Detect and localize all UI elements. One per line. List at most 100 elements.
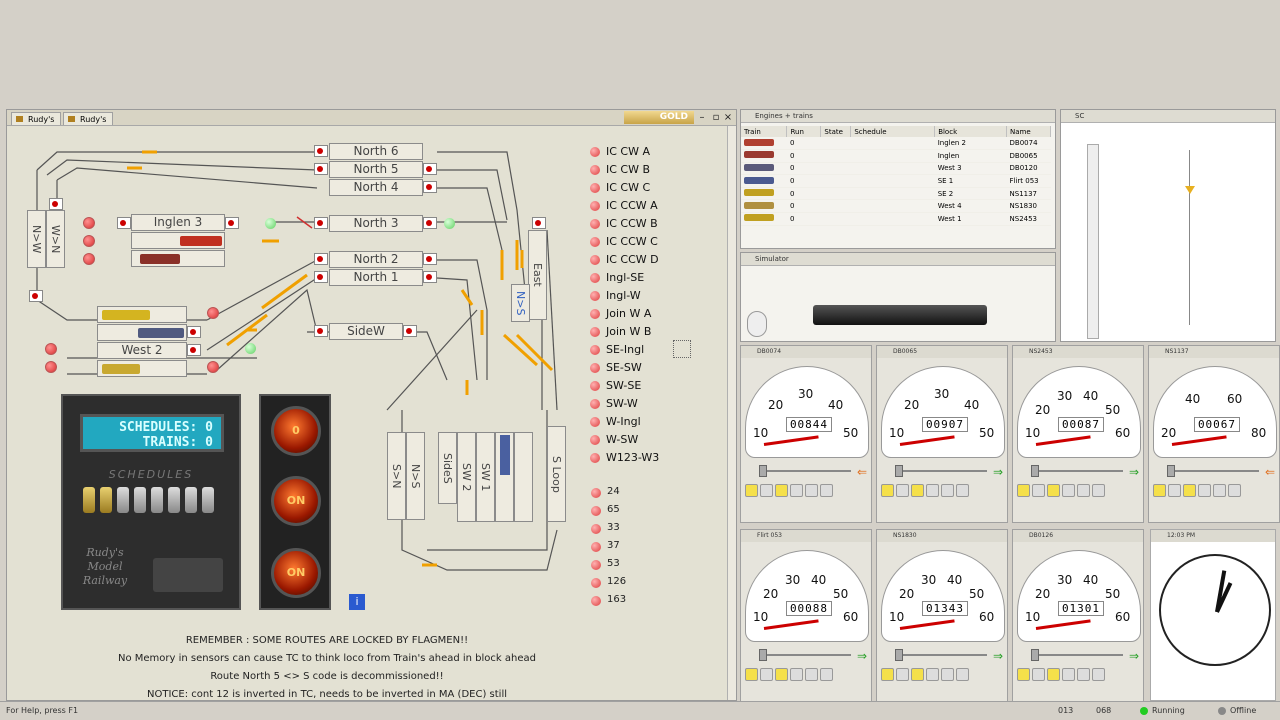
- table-row[interactable]: 0 Inglen 2 DB0074: [741, 137, 1051, 151]
- horn-icon[interactable]: [911, 668, 924, 681]
- function-button[interactable]: [1092, 484, 1105, 497]
- table-row[interactable]: 0 SE 1 Flirt 053: [741, 174, 1051, 188]
- sensor-number[interactable]: 24: [591, 486, 620, 498]
- lamp-on-2[interactable]: ON: [271, 548, 321, 598]
- function-button[interactable]: [1198, 484, 1211, 497]
- function-button[interactable]: [760, 484, 773, 497]
- table-row[interactable]: 0 West 1 NS2453: [741, 212, 1051, 226]
- speed-slider[interactable]: ⇒: [881, 464, 1005, 479]
- route-button[interactable]: [207, 361, 219, 373]
- column-header[interactable]: Name: [1006, 126, 1051, 137]
- route-button[interactable]: IC CW B: [588, 162, 650, 178]
- schedule-switch-6[interactable]: [168, 487, 180, 513]
- light-icon[interactable]: [881, 484, 894, 497]
- route-button[interactable]: [45, 361, 57, 373]
- column-header[interactable]: Run: [786, 126, 822, 137]
- block-sloop[interactable]: S Loop: [547, 426, 566, 522]
- sensor-number[interactable]: 37: [591, 540, 620, 552]
- block-west-1[interactable]: [97, 360, 187, 377]
- function-button[interactable]: [941, 668, 954, 681]
- route-button[interactable]: [83, 217, 95, 229]
- route-button[interactable]: [207, 307, 219, 319]
- route-button[interactable]: IC CCW C: [588, 234, 658, 250]
- direction-right-icon[interactable]: ⇒: [993, 465, 1003, 479]
- signal[interactable]: [225, 217, 239, 229]
- function-button[interactable]: [1092, 668, 1105, 681]
- signal[interactable]: [117, 217, 131, 229]
- slider-knob[interactable]: [895, 649, 903, 661]
- table-row[interactable]: 0 Inglen DB0065: [741, 149, 1051, 163]
- function-button[interactable]: [790, 668, 803, 681]
- schedule-switch-1[interactable]: [83, 487, 95, 513]
- signal[interactable]: [314, 253, 328, 265]
- block-sides[interactable]: SideS: [438, 432, 457, 504]
- info-icon[interactable]: i: [349, 594, 365, 610]
- signal[interactable]: [423, 217, 437, 229]
- route-button[interactable]: W123-W3: [588, 450, 659, 466]
- route-button[interactable]: IC CW C: [588, 180, 650, 196]
- function-button[interactable]: [1062, 668, 1075, 681]
- function-button[interactable]: [1077, 484, 1090, 497]
- table-row[interactable]: 0 SE 2 NS1137: [741, 187, 1051, 201]
- light-icon[interactable]: [1153, 484, 1166, 497]
- signal[interactable]: [423, 163, 437, 175]
- schedule-switch-3[interactable]: [117, 487, 129, 513]
- column-header[interactable]: Schedule: [850, 126, 936, 137]
- signal[interactable]: [187, 326, 201, 338]
- direction-left-icon[interactable]: ⇐: [857, 465, 867, 479]
- block-east[interactable]: East: [528, 230, 547, 320]
- direction-right-icon[interactable]: ⇒: [1129, 465, 1139, 479]
- sensor-number[interactable]: 163: [591, 594, 626, 606]
- function-button[interactable]: [805, 484, 818, 497]
- sensor-number[interactable]: 65: [591, 504, 620, 516]
- block-sw2[interactable]: SW 2: [457, 432, 476, 522]
- function-button[interactable]: [1077, 668, 1090, 681]
- table-row[interactable]: 0 West 4 NS1830: [741, 199, 1051, 214]
- speed-slider[interactable]: ⇒: [881, 648, 1005, 663]
- block-north-1[interactable]: North 1: [329, 269, 423, 286]
- schedule-switch-2[interactable]: [100, 487, 112, 513]
- sensor-number[interactable]: 126: [591, 576, 626, 588]
- route-button[interactable]: [83, 235, 95, 247]
- slider-knob[interactable]: [1031, 465, 1039, 477]
- route-button[interactable]: Join W B: [588, 324, 651, 340]
- signal[interactable]: [187, 344, 201, 356]
- function-button[interactable]: [820, 668, 833, 681]
- route-button[interactable]: IC CW A: [588, 144, 650, 160]
- function-button[interactable]: [1032, 484, 1045, 497]
- block-west-4[interactable]: [97, 306, 187, 323]
- signal[interactable]: [423, 181, 437, 193]
- route-button[interactable]: SW-SE: [588, 378, 641, 394]
- direction-right-icon[interactable]: ⇒: [1129, 649, 1139, 663]
- function-button[interactable]: [760, 668, 773, 681]
- light-icon[interactable]: [1017, 668, 1030, 681]
- function-button[interactable]: [941, 484, 954, 497]
- slider-knob[interactable]: [1167, 465, 1175, 477]
- block-west-2[interactable]: West 2: [97, 342, 187, 359]
- schedule-switch-7[interactable]: [185, 487, 197, 513]
- block-north-5[interactable]: North 5: [329, 161, 423, 178]
- block-sidew[interactable]: SideW: [329, 323, 403, 340]
- signal[interactable]: [49, 198, 63, 210]
- signal[interactable]: [423, 271, 437, 283]
- block-se[interactable]: [495, 432, 514, 522]
- lamp-counter[interactable]: 0: [271, 406, 321, 456]
- speed-slider[interactable]: ⇐: [1153, 464, 1277, 479]
- slider-knob[interactable]: [895, 465, 903, 477]
- slider-knob[interactable]: [1031, 649, 1039, 661]
- horn-icon[interactable]: [775, 484, 788, 497]
- route-button[interactable]: Join W A: [588, 306, 651, 322]
- route-button[interactable]: Ingl-SE: [588, 270, 644, 286]
- function-button[interactable]: [790, 484, 803, 497]
- sensor-number[interactable]: 53: [591, 558, 620, 570]
- speed-slider[interactable]: ⇒: [745, 648, 869, 663]
- function-button[interactable]: [1213, 484, 1226, 497]
- light-icon[interactable]: [1017, 484, 1030, 497]
- slider-knob[interactable]: [759, 465, 767, 477]
- sensor-number[interactable]: 33: [591, 522, 620, 534]
- column-header[interactable]: State: [820, 126, 852, 137]
- column-header[interactable]: Train: [741, 126, 788, 137]
- block-sw1[interactable]: SW 1: [476, 432, 495, 522]
- block-ns-east[interactable]: N>S: [511, 284, 530, 322]
- slider-knob[interactable]: [759, 649, 767, 661]
